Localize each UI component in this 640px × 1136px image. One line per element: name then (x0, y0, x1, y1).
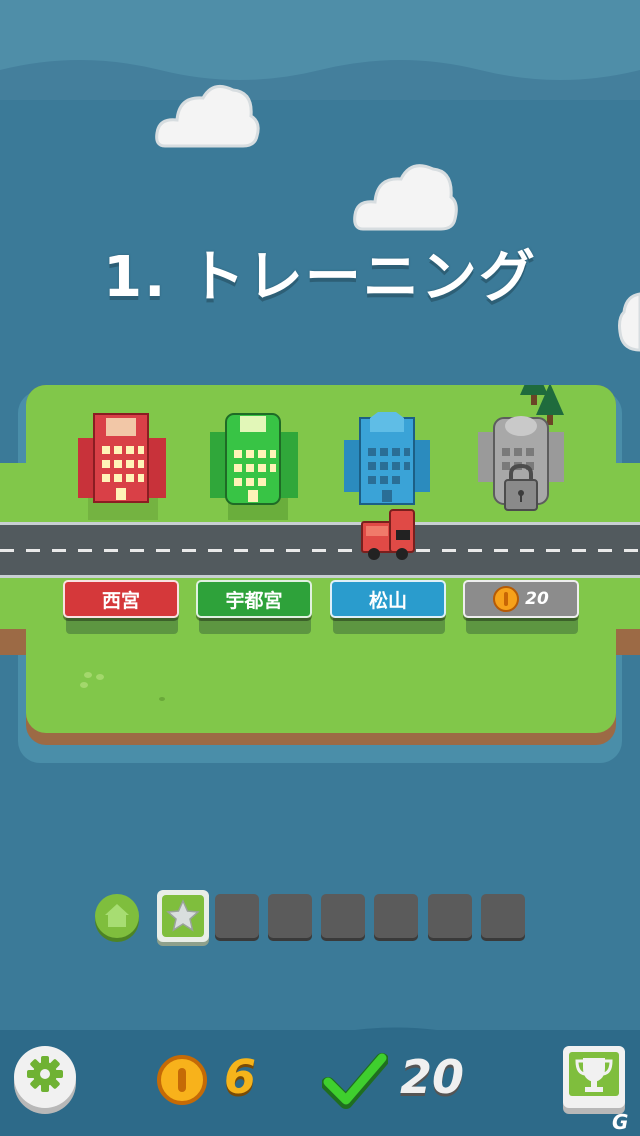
coin-count: 6 (224, 1050, 257, 1104)
gear-icon (27, 1056, 63, 1092)
blue-building[interactable] (344, 410, 432, 522)
progress-slot (321, 894, 365, 938)
watermark: G (612, 1110, 629, 1134)
wave-band (0, 60, 640, 100)
sign-stand (66, 618, 178, 634)
home-button[interactable] (95, 894, 139, 938)
progress-slot (428, 894, 472, 938)
sign-stand (199, 618, 311, 634)
coin-icon (157, 1055, 207, 1105)
progress-slot (481, 894, 525, 938)
city-button-nishinomiya[interactable]: 西宮 (63, 580, 179, 618)
unlock-price: 20 (525, 589, 549, 609)
cloud (155, 84, 260, 148)
city-label: 松山 (368, 589, 407, 612)
city-button-locked[interactable]: 20 (463, 580, 579, 618)
settings-button[interactable] (14, 1046, 76, 1108)
city-button-matsuyama[interactable]: 松山 (330, 580, 446, 618)
sign-stand (333, 618, 445, 634)
progress-slot-current[interactable] (157, 890, 209, 942)
delivery-truck (361, 509, 415, 560)
progress-slot (215, 894, 259, 938)
progress-slot (268, 894, 312, 938)
cloud (353, 164, 458, 231)
trophy-icon (569, 1052, 619, 1096)
progress-slot (374, 894, 418, 938)
road-lane-marking (0, 549, 640, 552)
checkmark-icon (322, 1053, 388, 1109)
red-building[interactable] (78, 410, 166, 522)
sign-stand (466, 618, 578, 634)
locked-building[interactable] (478, 410, 566, 522)
star-icon (162, 895, 204, 937)
stage-title: 1. トレーニング (103, 245, 537, 310)
green-building[interactable] (210, 410, 298, 522)
road (0, 522, 640, 578)
city-button-utsunomiya[interactable]: 宇都宮 (196, 580, 312, 618)
city-label: 西宮 (101, 589, 140, 612)
trophy-button[interactable] (563, 1046, 625, 1108)
home-icon (105, 904, 129, 927)
footer-bar (0, 1030, 640, 1136)
city-label: 宇都宮 (225, 589, 283, 612)
coin-icon (493, 586, 520, 612)
cleared-count: 20 (400, 1050, 465, 1104)
